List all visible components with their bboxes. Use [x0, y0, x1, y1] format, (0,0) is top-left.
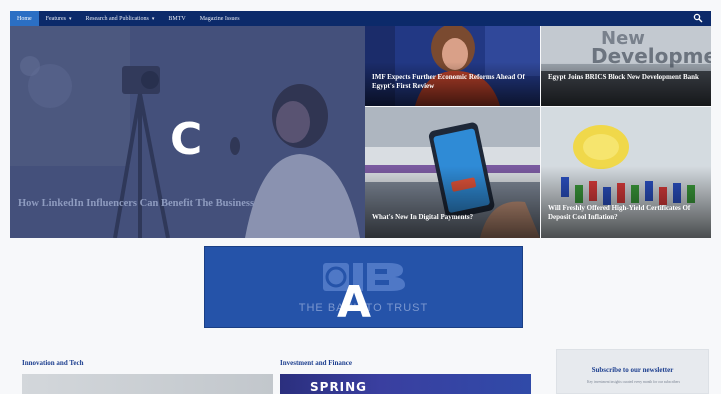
- card-title[interactable]: Egypt Joins BRICS Block New Development …: [548, 73, 708, 82]
- newsletter-title: Subscribe to our newsletter: [591, 366, 674, 374]
- ad-banner[interactable]: THE BANK TO TRUST A: [204, 246, 523, 328]
- section-heading-innovation[interactable]: Innovation and Tech: [22, 359, 83, 367]
- card-shade: [365, 165, 540, 238]
- article-card-certificates[interactable]: Will Freshly Offered High-Yield Certific…: [541, 107, 711, 238]
- nav-item-label: Features: [45, 15, 66, 22]
- article-card-digital-payments[interactable]: What's New In Digital Payments?: [365, 107, 540, 238]
- overlay-letter-badge: A: [337, 277, 372, 328]
- page: Home Features ▾ Research and Publications…: [0, 0, 721, 394]
- section-image-investment[interactable]: SPRING: [280, 374, 531, 394]
- chevron-down-icon: ▾: [151, 16, 155, 22]
- nav-item-home[interactable]: Home: [10, 11, 39, 26]
- chevron-down-icon: ▾: [69, 16, 72, 22]
- nav-item-features[interactable]: Features ▾: [39, 11, 79, 26]
- overlay-letter-badge: C: [170, 114, 203, 165]
- card-shade: [541, 62, 711, 106]
- nav-item-bmtv[interactable]: BMTV: [161, 11, 192, 26]
- search-icon[interactable]: [693, 13, 703, 23]
- newsletter-subtitle: Key investment insights curated every mo…: [586, 380, 681, 384]
- card-title[interactable]: IMF Expects Further Economic Reforms Ahe…: [372, 73, 532, 91]
- nav-item-label: BMTV: [168, 15, 186, 22]
- section-image-text: SPRING: [310, 380, 368, 394]
- article-card-brics[interactable]: New Developme Egypt Joins BRICS Block Ne…: [541, 26, 711, 106]
- section-image-innovation[interactable]: [22, 374, 273, 394]
- card-title[interactable]: What's New In Digital Payments?: [372, 213, 532, 222]
- nav-item-label: Magazine Issues: [199, 15, 240, 22]
- nav-item-research[interactable]: Research and Publications ▾: [79, 11, 162, 26]
- nav-item-label: Research and Publications: [85, 15, 149, 22]
- nav-item-magazine[interactable]: Magazine Issues: [193, 11, 247, 26]
- card-shade: [541, 165, 711, 238]
- main-nav: Home Features ▾ Research and Publications…: [10, 11, 711, 26]
- newsletter-box: Subscribe to our newsletter Key investme…: [556, 349, 709, 394]
- article-card-imf[interactable]: IMF Expects Further Economic Reforms Ahe…: [365, 26, 540, 106]
- hero-article[interactable]: C How LinkedIn Influencers Can Benefit T…: [10, 26, 365, 238]
- nav-item-label: Home: [17, 15, 32, 22]
- section-heading-investment[interactable]: Investment and Finance: [280, 359, 352, 367]
- card-title[interactable]: Will Freshly Offered High-Yield Certific…: [548, 204, 708, 222]
- hero-title[interactable]: How LinkedIn Influencers Can Benefit The…: [18, 197, 318, 210]
